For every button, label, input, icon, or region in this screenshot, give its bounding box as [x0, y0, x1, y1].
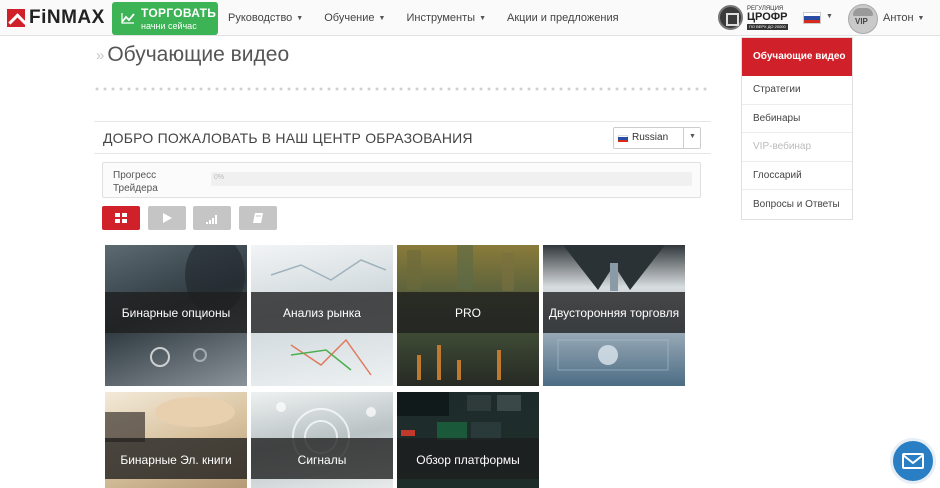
user-avatar[interactable]	[848, 4, 878, 34]
education-side-menu: Обучающие видео Стратегии Вебинары VIP-в…	[741, 37, 853, 220]
language-select-value: Russian	[632, 132, 669, 143]
filter-signals-button[interactable]	[193, 206, 231, 230]
nav-item-education[interactable]: Обучение ▼	[324, 12, 385, 24]
select-divider	[683, 128, 684, 148]
top-header: FiNMAX ТОРГОВАТЬ начни сейчас Руководств…	[0, 0, 940, 36]
regulator-seal-icon	[718, 5, 743, 30]
progress-label-line2: Трейдера	[113, 183, 158, 194]
tile-binary-ebooks[interactable]: Бинарные Эл. книги	[105, 392, 247, 488]
caret-down-icon: ▼	[917, 14, 925, 22]
progress-percent: 0%	[214, 174, 225, 181]
progress-bar: 0%	[211, 172, 692, 186]
side-item-label: Вопросы и Ответы	[753, 198, 840, 210]
envelope-icon	[902, 453, 924, 469]
tile-platform-overview[interactable]: Обзор платформы	[397, 392, 539, 488]
regulator-line2: ЦРОФР	[747, 10, 788, 23]
caret-down-icon: ▼	[479, 14, 486, 22]
tile-two-way-trading[interactable]: Двусторонняя торговля	[543, 245, 685, 386]
tile-binary-options[interactable]: Бинарные опционы	[105, 245, 247, 386]
caret-down-icon: ▼	[378, 14, 386, 22]
russia-flag-icon[interactable]	[803, 12, 821, 24]
logo-mark-icon	[7, 9, 25, 27]
contact-chat-button[interactable]	[890, 438, 936, 484]
user-menu[interactable]: Антон ▼	[883, 12, 924, 24]
finmax-logo[interactable]: FiNMAX	[7, 7, 105, 28]
caret-down-icon: ▼	[689, 133, 696, 140]
tile-market-analysis[interactable]: Анализ рынка	[251, 245, 393, 386]
tile-label: Бинарные опционы	[121, 306, 231, 320]
side-item-videos[interactable]: Обучающие видео	[742, 38, 852, 76]
trade-button-subtitle: начни сейчас	[141, 21, 197, 31]
tile-label: Сигналы	[297, 453, 347, 467]
user-name: Антон	[883, 12, 914, 24]
language-select[interactable]: Russian ▼	[613, 127, 701, 149]
page-title: Обучающие видео	[107, 43, 290, 66]
grid-icon	[115, 213, 127, 223]
tile-label: Обзор платформы	[416, 453, 520, 467]
trade-now-button[interactable]: ТОРГОВАТЬ начни сейчас	[112, 2, 218, 35]
filter-video-button[interactable]	[148, 206, 186, 230]
progress-label-line1: Прогресс	[113, 170, 157, 181]
nav-label: Инструменты	[406, 12, 476, 24]
welcome-title: ДОБРО ПОЖАЛОВАТЬ В НАШ ЦЕНТР ОБРАЗОВАНИЯ	[103, 130, 473, 146]
trader-progress: Прогресс Трейдера 0%	[102, 162, 701, 198]
main-nav: Руководство ▼ Обучение ▼ Инструменты ▼ Акци…	[228, 12, 640, 24]
nav-label: Руководство	[228, 12, 293, 24]
side-item-glossary[interactable]: Глоссарий	[742, 162, 852, 190]
trend-chart-icon	[121, 13, 135, 24]
nav-item-guide[interactable]: Руководство ▼	[228, 12, 303, 24]
side-item-strategies[interactable]: Стратегии	[742, 76, 852, 105]
welcome-bar: ДОБРО ПОЖАЛОВАТЬ В НАШ ЦЕНТР ОБРАЗОВАНИЯ…	[94, 121, 711, 154]
nav-item-tools[interactable]: Инструменты ▼	[406, 12, 486, 24]
side-item-label: Стратегии	[753, 84, 801, 96]
dotted-divider	[93, 87, 711, 91]
play-icon	[163, 213, 172, 223]
logo-text: FiNMAX	[29, 7, 105, 28]
caret-down-icon: ▼	[296, 14, 304, 22]
side-item-label: Обучающие видео	[753, 51, 846, 62]
nav-label: Акции и предложения	[507, 12, 619, 24]
signal-bars-icon	[206, 215, 217, 224]
tile-signals[interactable]: Сигналы	[251, 392, 393, 488]
side-item-label: VIP-вебинар	[753, 141, 812, 153]
side-item-vip-webinar[interactable]: VIP-вебинар	[742, 133, 852, 162]
filter-books-button[interactable]	[239, 206, 277, 230]
caret-down-icon[interactable]: ▼	[826, 13, 833, 20]
regulator-badge[interactable]: РЕГУЛЯЦИЯ ЦРОФР ПО ВЕРХ ДО 20000	[718, 5, 788, 30]
tile-label: Двусторонняя торговля	[548, 306, 680, 320]
progress-label: Прогресс Трейдера	[113, 169, 158, 195]
book-icon	[253, 213, 263, 223]
double-chevron-icon: »	[96, 46, 105, 64]
side-item-webinars[interactable]: Вебинары	[742, 105, 852, 133]
tile-label: Бинарные Эл. книги	[120, 453, 232, 467]
filter-grid-button[interactable]	[102, 206, 140, 230]
trade-button-title: ТОРГОВАТЬ	[141, 6, 217, 20]
tile-pro[interactable]: PRO	[397, 245, 539, 386]
regulator-line3: ПО ВЕРХ ДО 20000	[747, 23, 788, 30]
side-item-faq[interactable]: Вопросы и Ответы	[742, 190, 852, 219]
nav-label: Обучение	[324, 12, 375, 24]
side-item-label: Глоссарий	[753, 169, 802, 181]
russia-flag-icon	[618, 135, 628, 142]
regulator-text: РЕГУЛЯЦИЯ ЦРОФР ПО ВЕРХ ДО 20000	[747, 6, 788, 30]
nav-item-promotions[interactable]: Акции и предложения	[507, 12, 619, 24]
side-item-label: Вебинары	[753, 112, 801, 124]
tile-label: Анализ рынка	[283, 306, 361, 320]
tile-label: PRO	[454, 306, 481, 320]
page-title-row: » Обучающие видео	[96, 43, 289, 67]
